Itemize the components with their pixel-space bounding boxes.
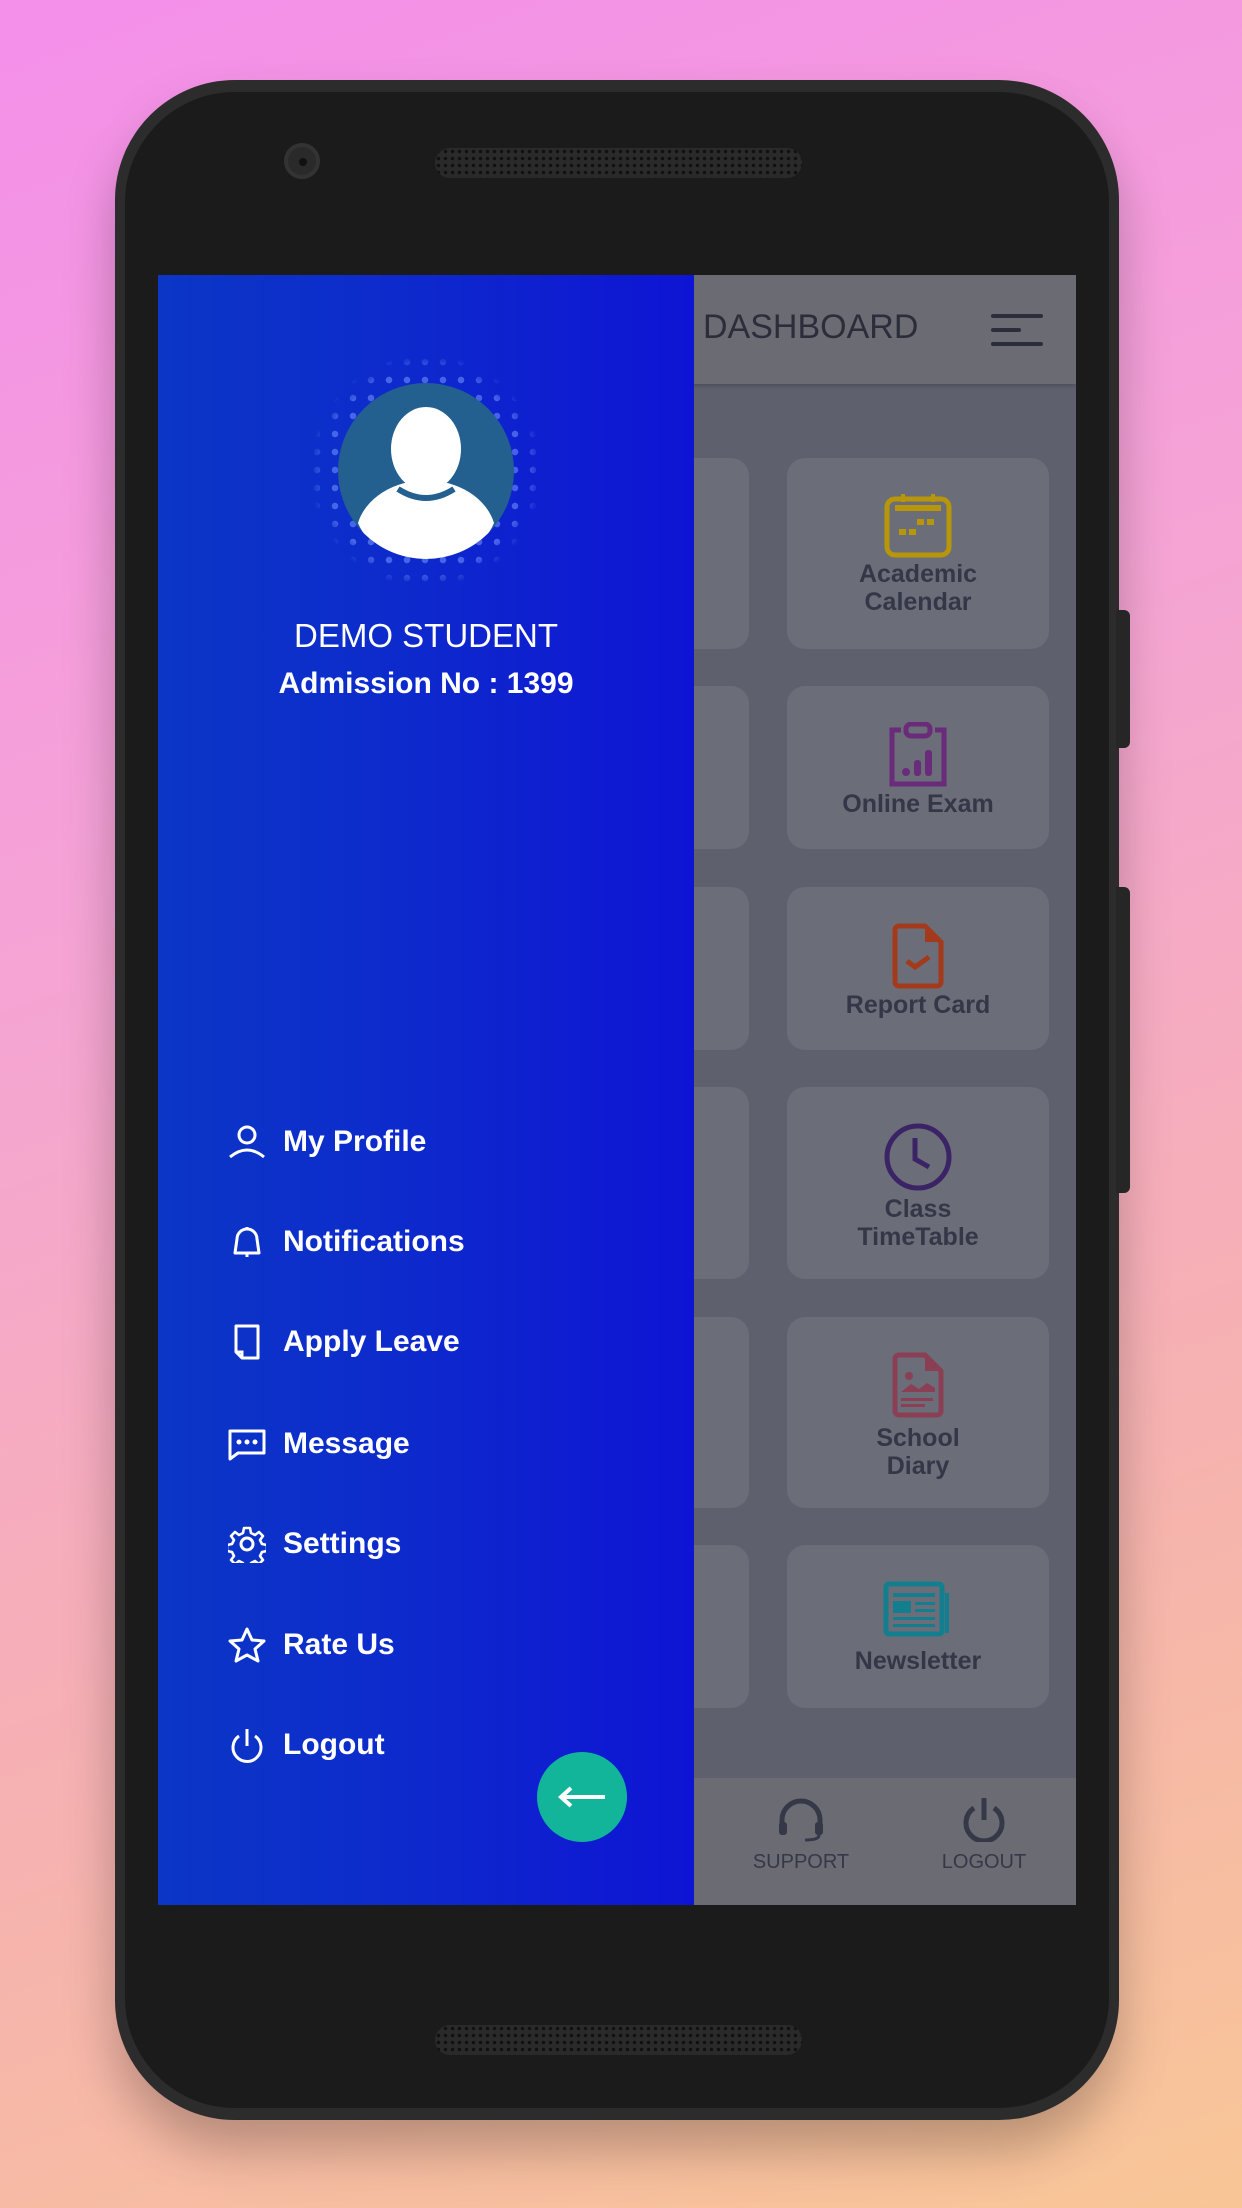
card-report-card[interactable]: Report Card (787, 887, 1049, 1050)
nav-support-label: SUPPORT (752, 1851, 850, 1873)
nav-logout[interactable]: LOGOUT (914, 1796, 1054, 1874)
user-name: DEMO STUDENT (294, 617, 558, 654)
card-label: Newsletter (854, 1647, 982, 1675)
menu-item-label: Settings (283, 1527, 402, 1560)
card-class-timetable[interactable]: Class TimeTable (787, 1087, 1049, 1279)
clock-icon (884, 1123, 952, 1191)
volume-button (1116, 610, 1130, 748)
arrow-left-icon (558, 1786, 605, 1808)
nav-support[interactable]: SUPPORT (731, 1796, 871, 1874)
power-icon (231, 1729, 263, 1763)
menu-item-apply-leave[interactable]: Apply Leave (228, 1312, 648, 1372)
menu-item-notifications[interactable]: Notifications (228, 1212, 648, 1272)
nav-logout-label: LOGOUT (941, 1851, 1027, 1873)
document-check-icon (892, 923, 944, 989)
menu-icon[interactable] (991, 314, 1043, 346)
menu-item-rate-us[interactable]: Rate Us (228, 1615, 648, 1675)
menu-item-settings[interactable]: Settings (228, 1514, 648, 1574)
close-drawer-button[interactable] (537, 1752, 627, 1842)
gear-icon (228, 1526, 266, 1563)
menu-item-message[interactable]: Message (228, 1414, 648, 1474)
navigation-drawer: DEMO STUDENT Admission No : 1399 My Prof… (158, 275, 694, 1905)
power-icon (963, 1798, 1005, 1844)
headset-icon (779, 1798, 823, 1842)
card-online-exam[interactable]: Online Exam (787, 686, 1049, 849)
document-icon (234, 1324, 260, 1360)
card-newsletter[interactable]: Newsletter (787, 1545, 1049, 1708)
user-icon (229, 1125, 265, 1159)
card-label: Academic Calendar (858, 560, 978, 616)
menu-item-label: Notifications (283, 1225, 465, 1258)
clipboard-chart-icon (889, 722, 947, 787)
chat-icon (228, 1429, 266, 1461)
card-label: School Diary (876, 1424, 960, 1480)
newspaper-icon (883, 1581, 949, 1637)
menu-item-label: Rate Us (283, 1628, 395, 1661)
card-school-diary[interactable]: School Diary (787, 1317, 1049, 1508)
bottom-speaker (435, 2025, 802, 2055)
app-screen: DASHBOARD Academic Calendar Online Exam … (158, 275, 1076, 1905)
menu-item-label: Logout (283, 1728, 385, 1761)
calendar-icon (884, 494, 952, 558)
card-label: Online Exam (842, 790, 994, 818)
menu-item-label: Apply Leave (283, 1325, 460, 1358)
top-speaker (435, 148, 802, 178)
bell-icon (233, 1227, 261, 1257)
star-icon (228, 1627, 266, 1663)
card-academic-calendar[interactable]: Academic Calendar (787, 458, 1049, 649)
document-image-icon (892, 1352, 944, 1418)
menu-item-my-profile[interactable]: My Profile (228, 1112, 648, 1172)
avatar[interactable] (338, 383, 514, 559)
menu-item-label: My Profile (283, 1125, 427, 1158)
card-label: Report Card (845, 991, 991, 1019)
menu-item-label: Message (283, 1427, 410, 1460)
user-avatar-icon (358, 407, 494, 559)
power-side-button (1116, 887, 1130, 1193)
card-label: Class TimeTable (857, 1195, 979, 1251)
front-camera (284, 143, 320, 179)
page-title: DASHBOARD (703, 308, 919, 346)
admission-number: Admission No : 1399 (278, 667, 574, 700)
